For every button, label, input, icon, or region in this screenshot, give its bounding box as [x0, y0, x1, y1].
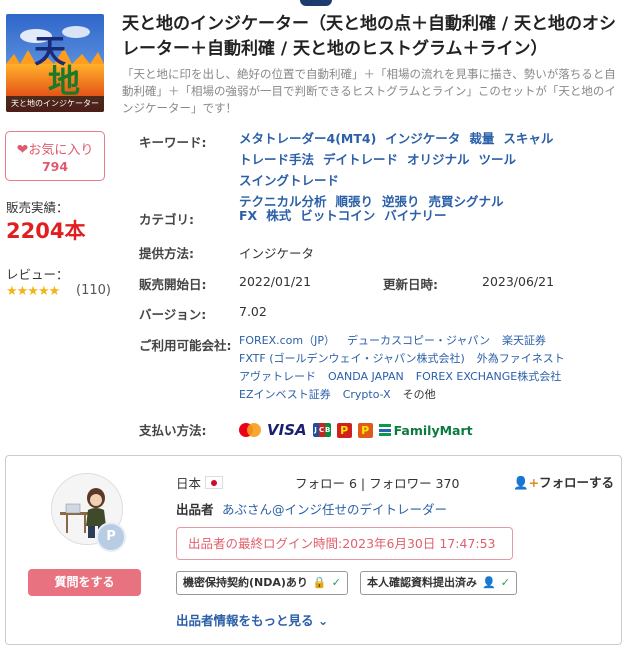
- keyword-link[interactable]: デイトレード: [323, 152, 398, 167]
- company-link[interactable]: EZインベスト証券: [239, 388, 331, 401]
- update-date-value: 2023/06/21: [482, 274, 555, 289]
- favorite-count: 794: [41, 159, 69, 174]
- keyword-link[interactable]: トレード手法: [239, 152, 314, 167]
- category-link[interactable]: 株式: [266, 208, 291, 223]
- seller-more-link[interactable]: 出品者情報をもっと見る ⌄: [176, 610, 328, 629]
- review-count[interactable]: (110): [76, 283, 111, 298]
- category-link[interactable]: ビットコイン: [300, 208, 375, 223]
- company-link[interactable]: 外為ファイネスト: [477, 352, 565, 365]
- update-date-label: 更新日時:: [383, 277, 438, 292]
- follow-button[interactable]: 👤+フォローする: [513, 472, 614, 491]
- chevron-down-icon: ⌄: [313, 613, 329, 628]
- identity-badge: 本人確認資料提出済み 👤 ✓: [360, 571, 517, 595]
- last-login-notice: 出品者の最終ログイン時間:2023年6月30日 17:47:53: [176, 527, 513, 560]
- version-value: 7.02: [239, 304, 267, 319]
- identity-label: 本人確認資料提出済み: [367, 576, 477, 589]
- company-link[interactable]: アヴァトレード: [239, 370, 316, 383]
- keyword-link[interactable]: オリジナル: [407, 152, 470, 167]
- check-icon: ✓: [331, 576, 341, 589]
- companies-list: FOREX.com（JP） デューカスコピー・ジャパン 楽天証券 FXTF (ゴール…: [239, 332, 619, 404]
- keyword-link[interactable]: スイングトレード: [239, 173, 339, 188]
- seller-country: 日本: [176, 473, 224, 492]
- country-label: 日本: [176, 476, 202, 491]
- seller-more-label: 出品者情報をもっと見る: [176, 613, 314, 628]
- follow-button-label: フォローする: [539, 475, 615, 490]
- person-icon: 👤: [482, 576, 496, 589]
- company-link[interactable]: FXTF (ゴールデンウェイ・ジャパン株式会社): [239, 352, 465, 365]
- company-link[interactable]: OANDA JAPAN: [328, 370, 404, 383]
- nda-badge: 機密保持契約(NDA)あり 🔒 ✓: [176, 571, 348, 595]
- thumbnail-char-chi: 地: [48, 62, 81, 100]
- familymart-icon: FamilyMart: [378, 423, 473, 438]
- check-icon: ✓: [500, 576, 510, 589]
- follow-stats: フォロー 6 | フォロワー 370: [295, 476, 460, 491]
- category-list: FX 株式 ビットコイン バイナリー: [239, 205, 619, 226]
- star-rating-icon: ★★★★★: [6, 284, 60, 299]
- sales-label: 販売実績：: [6, 200, 69, 215]
- keywords-label: キーワード:: [139, 135, 207, 150]
- company-link[interactable]: 楽天証券: [502, 334, 546, 347]
- nda-label: 機密保持契約(NDA)あり: [183, 576, 308, 589]
- keyword-link[interactable]: インジケータ: [385, 131, 460, 146]
- jcb-icon: JCB: [312, 423, 331, 437]
- method-value: インジケータ: [239, 246, 315, 261]
- favorite-button[interactable]: ❤お気に入り 794: [5, 131, 105, 181]
- company-link[interactable]: デューカスコピー・ジャパン: [347, 334, 490, 347]
- review-label: レビュー：: [6, 267, 69, 282]
- payment-methods: VISA JCB P P FamilyMart: [239, 420, 473, 440]
- company-link[interactable]: Crypto-X: [343, 388, 391, 401]
- product-title: 天と地のインジケーター（天と地の点＋自動利確 / 天と地のオシレーター＋自動利確…: [122, 14, 617, 59]
- seller-badge: P: [96, 522, 126, 552]
- visa-icon: VISA: [267, 421, 307, 439]
- keyword-link[interactable]: ツール: [479, 152, 517, 167]
- start-date-label: 販売開始日:: [139, 277, 207, 292]
- lock-icon: 🔒: [312, 576, 327, 589]
- category-link[interactable]: バイナリー: [384, 208, 446, 223]
- favorite-label: お気に入り: [28, 143, 94, 158]
- company-link[interactable]: FOREX EXCHANGE株式会社: [416, 370, 561, 383]
- keyword-link[interactable]: メタトレーダー4(MT4): [239, 131, 376, 146]
- keyword-link[interactable]: スキャル: [503, 131, 553, 146]
- ask-question-button[interactable]: 質問をする: [28, 569, 141, 596]
- method-label: 提供方法:: [139, 246, 194, 261]
- version-label: バージョン:: [139, 307, 207, 322]
- company-link[interactable]: FOREX.com（JP）: [239, 334, 335, 347]
- product-subtitle: 「天と地に印を出し、絶好の位置で自動利確」＋「相場の流れを見事に描き、勢いが落ち…: [122, 67, 616, 115]
- heart-icon: ❤: [16, 142, 29, 158]
- start-date-value: 2022/01/21: [239, 274, 312, 289]
- companies-label: ご利用可能会社:: [139, 338, 232, 353]
- seller-name-link[interactable]: あぶさん@インジ任せのデイトレーダー: [222, 499, 447, 518]
- seller-panel: P 質問をする 日本 フォロー 6 | フォロワー 370 👤+フォローする 出…: [5, 455, 622, 645]
- sales-value: 2204本: [6, 219, 86, 243]
- product-thumbnail[interactable]: 天 地 天と地のインジケーター: [6, 14, 104, 112]
- seller-label: 出品者: [176, 502, 214, 517]
- p-payment-icon: P: [336, 422, 352, 438]
- keywords-list: メタトレーダー4(MT4) インジケータ 裁量 スキャル トレード手法 デイトレード オリ…: [239, 128, 619, 212]
- company-other: その他: [402, 388, 436, 401]
- keyword-link[interactable]: 裁量: [469, 131, 494, 146]
- person-plus-icon: 👤+: [513, 475, 540, 490]
- thumbnail-caption: 天と地のインジケーター: [11, 99, 99, 108]
- p-payment-icon-2: P: [357, 422, 373, 438]
- top-decoration: [300, 0, 332, 6]
- japan-flag-icon: [205, 476, 224, 489]
- category-link[interactable]: FX: [239, 208, 257, 223]
- mastercard-icon: [239, 423, 261, 437]
- payment-label: 支払い方法:: [139, 423, 207, 438]
- category-label: カテゴリ:: [139, 212, 194, 227]
